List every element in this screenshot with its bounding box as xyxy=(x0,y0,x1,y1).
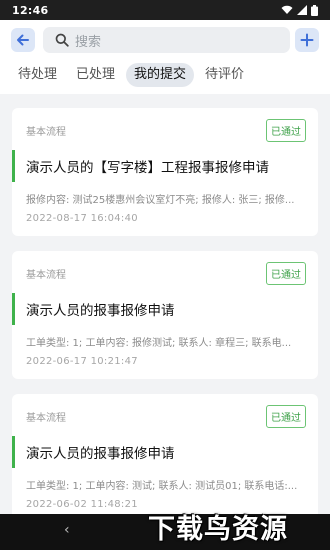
arrow-left-icon xyxy=(17,34,29,46)
plus-icon xyxy=(300,33,314,47)
list-item[interactable]: 基本流程 已通过 演示人员的报事报修申请 工单类型: 1; 工单内容: 报修测试… xyxy=(12,251,318,379)
tab-my-submissions[interactable]: 我的提交 xyxy=(126,63,195,87)
title-accent-bar xyxy=(12,436,15,468)
card-title: 演示人员的【写字楼】工程报事报修申请 xyxy=(26,160,269,176)
process-type: 基本流程 xyxy=(26,270,66,281)
tab-bar: 待处理 已处理 我的提交 待评价 xyxy=(0,61,330,91)
nav-back-icon[interactable]: ‹ xyxy=(64,522,70,538)
status-badge: 已通过 xyxy=(266,405,306,428)
status-bar: 12:46 xyxy=(0,0,330,20)
status-badge: 已通过 xyxy=(266,119,306,142)
list-item[interactable]: 基本流程 已通过 演示人员的【写字楼】工程报事报修申请 报修内容: 测试25楼惠… xyxy=(12,108,318,236)
card-description: 工单类型: 1; 工单内容: 报修测试; 联系人: 章程三; 联系电... xyxy=(26,338,292,349)
status-time: 12:46 xyxy=(12,3,49,17)
tab-to-review[interactable]: 待评价 xyxy=(197,63,252,87)
watermark: 下载鸟资源 xyxy=(148,504,288,548)
process-type: 基本流程 xyxy=(26,127,66,138)
search-input[interactable]: 搜索 xyxy=(43,27,290,53)
card-timestamp: 2022-08-17 16:04:40 xyxy=(26,213,138,224)
card-timestamp: 2022-06-02 11:48:21 xyxy=(26,499,138,510)
card-timestamp: 2022-06-17 10:21:47 xyxy=(26,356,138,367)
search-icon xyxy=(55,33,69,47)
title-accent-bar xyxy=(12,293,15,325)
header: 搜索 待处理 已处理 我的提交 待评价 xyxy=(0,20,330,94)
status-badge: 已通过 xyxy=(266,262,306,285)
add-button[interactable] xyxy=(295,28,319,52)
list-item[interactable]: 基本流程 已通过 演示人员的报事报修申请 工单类型: 1; 工单内容: 测试; … xyxy=(12,394,318,514)
search-placeholder: 搜索 xyxy=(75,34,102,50)
process-type: 基本流程 xyxy=(26,413,66,424)
wifi-icon xyxy=(281,5,293,14)
card-description: 工单类型: 1; 工单内容: 测试; 联系人: 测试员01; 联系电话:... xyxy=(26,481,298,492)
system-icons xyxy=(281,4,318,16)
tab-processed[interactable]: 已处理 xyxy=(68,63,123,87)
watermark-text: 下载鸟资源 xyxy=(148,513,288,545)
signal-icon xyxy=(297,5,307,15)
tab-pending[interactable]: 待处理 xyxy=(10,63,65,87)
card-description: 报修内容: 测试25楼惠州会议室灯不亮; 报修人: 张三; 报修... xyxy=(26,195,295,206)
card-title: 演示人员的报事报修申请 xyxy=(26,303,175,319)
card-title: 演示人员的报事报修申请 xyxy=(26,446,175,462)
battery-icon xyxy=(311,4,318,16)
back-button[interactable] xyxy=(11,28,35,52)
title-accent-bar xyxy=(12,150,15,182)
submission-list: 基本流程 已通过 演示人员的【写字楼】工程报事报修申请 报修内容: 测试25楼惠… xyxy=(0,94,330,514)
